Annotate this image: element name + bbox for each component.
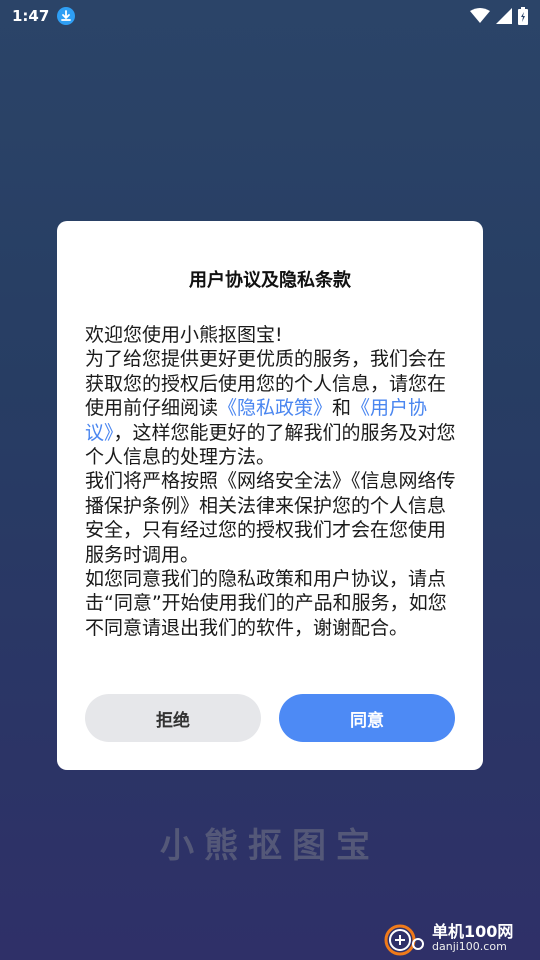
status-left: 1:47 bbox=[12, 7, 76, 25]
watermark: 单机100网 danji100.com bbox=[384, 918, 534, 958]
agree-button[interactable]: 同意 bbox=[279, 694, 455, 742]
paragraph-privacy-text-b: ，这样您能更好的了解我们的服务及对您个人信息的处理方法。 bbox=[85, 421, 456, 469]
watermark-name: 单机100网 bbox=[432, 922, 514, 942]
welcome-text: 欢迎您使用小熊抠图宝! bbox=[85, 324, 283, 346]
status-time: 1:47 bbox=[12, 7, 50, 25]
app-brand-text: 小熊抠图宝 bbox=[160, 826, 380, 866]
wifi-icon bbox=[470, 8, 490, 23]
status-bar: 1:47 bbox=[0, 0, 540, 32]
agreement-dialog: 用户协议及隐私条款 欢迎您使用小熊抠图宝! 为了给您提供更好更优质的服务，我们会… bbox=[57, 221, 483, 770]
dialog-title: 用户协议及隐私条款 bbox=[189, 270, 351, 291]
watermark-logo-icon bbox=[384, 920, 426, 956]
reject-button[interactable]: 拒绝 bbox=[85, 694, 261, 742]
and-text: 和 bbox=[332, 397, 352, 420]
signal-icon bbox=[496, 8, 512, 24]
dialog-body: 欢迎您使用小熊抠图宝! 为了给您提供更好更优质的服务，我们会在获取您的授权后使用… bbox=[85, 323, 457, 640]
paragraph-privacy: 为了给您提供更好更优质的服务，我们会在获取您的授权后使用您的个人信息，请您在使用… bbox=[85, 347, 457, 469]
watermark-url: danji100.com bbox=[432, 939, 507, 953]
battery-icon bbox=[518, 7, 528, 25]
privacy-policy-link[interactable]: 《隐私政策》 bbox=[218, 397, 332, 419]
status-right bbox=[470, 7, 528, 25]
download-icon bbox=[57, 7, 76, 25]
paragraph-consent: 如您同意我们的隐私政策和用户协议，请点击“同意”开始使用我们的产品和服务，如您不… bbox=[85, 568, 447, 639]
watermark-text: 单机100网 danji100.com bbox=[432, 923, 513, 953]
paragraph-law: 我们将严格按照《网络安全法》《信息网络传播保护条例》相关法律来保护您的个人信息安… bbox=[85, 470, 456, 566]
